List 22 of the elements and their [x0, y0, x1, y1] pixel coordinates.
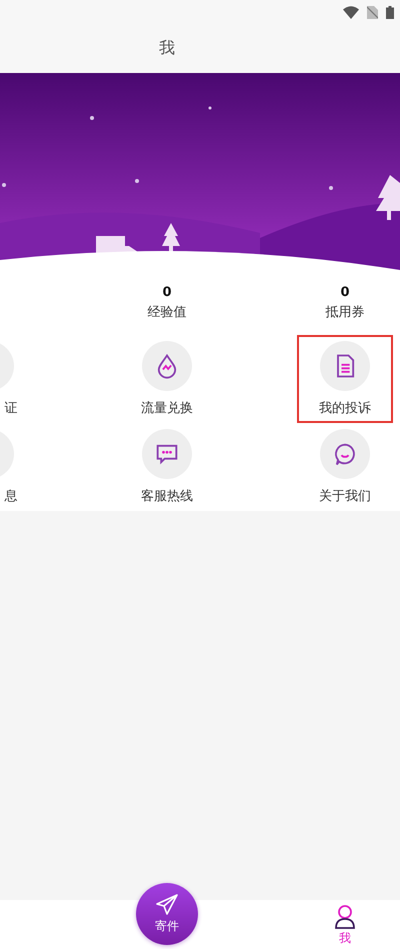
menu-label[interactable]: 客服热线 [141, 487, 193, 505]
stat-label: 经验值 [148, 304, 186, 320]
chat-bubble-icon[interactable] [142, 429, 192, 479]
menu-label[interactable]: 证 [0, 399, 18, 417]
document-icon[interactable] [320, 341, 370, 391]
stat-value: 0 [340, 284, 350, 300]
battery-icon [386, 6, 394, 18]
smile-bubble-icon[interactable] [320, 429, 370, 479]
send-button[interactable]: 寄件 [136, 883, 198, 945]
menu-label[interactable]: 关于我们 [319, 487, 371, 505]
person-icon [334, 905, 356, 929]
paper-plane-icon [155, 894, 179, 916]
menu-label[interactable]: 息 [0, 487, 18, 505]
drop-icon[interactable] [142, 341, 192, 391]
stat-value: 0 [162, 284, 172, 300]
no-sim-icon [367, 6, 378, 18]
menu-label[interactable]: 流量兑换 [141, 399, 193, 417]
wifi-icon [343, 6, 359, 18]
menu-label[interactable]: 我的投诉 [319, 399, 371, 417]
page-title: 我 [159, 38, 175, 59]
profile-tab[interactable]: 我 [256, 900, 400, 949]
stat-label: 抵用券 [326, 304, 364, 320]
